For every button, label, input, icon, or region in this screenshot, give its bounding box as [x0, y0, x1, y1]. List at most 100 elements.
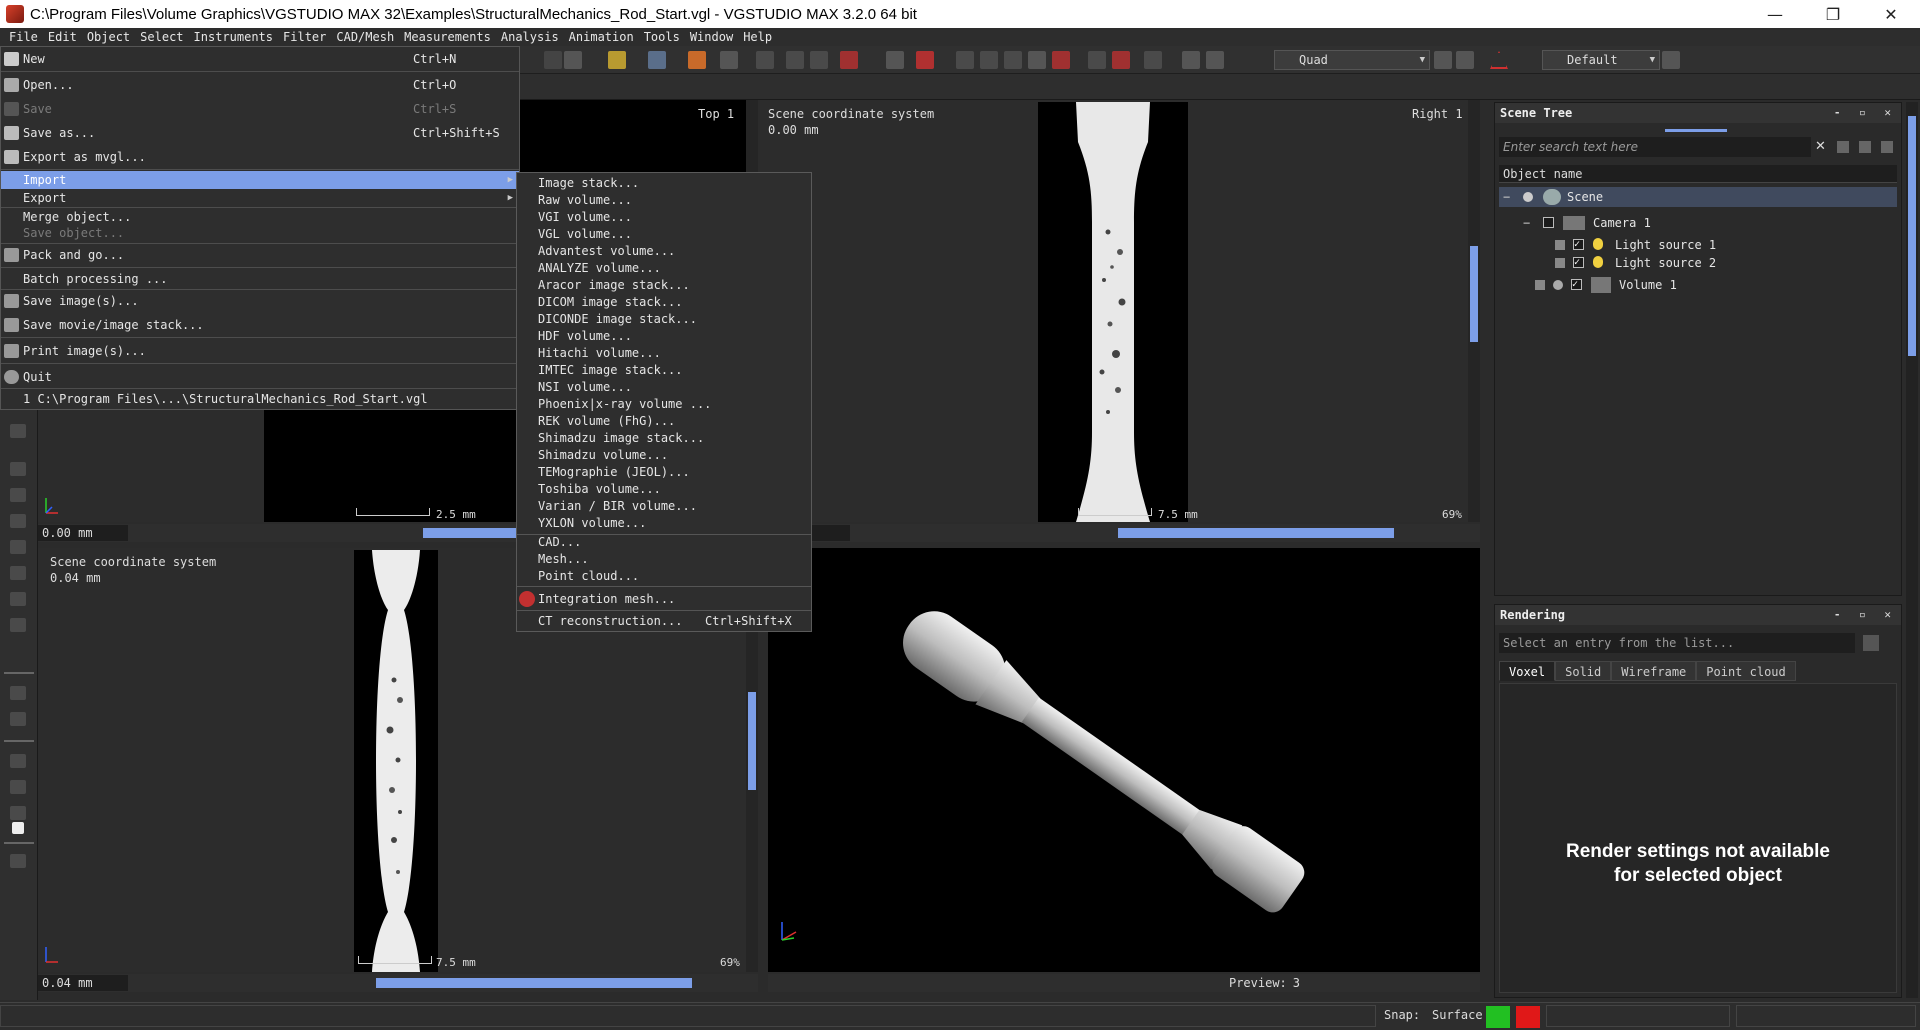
menu-item-open[interactable]: Open... Ctrl+O — [1, 75, 519, 95]
menu-tools[interactable]: Tools — [639, 28, 685, 46]
import-item-integration-mesh[interactable]: Integration mesh... — [517, 589, 811, 609]
layout-save-icon[interactable] — [1434, 51, 1452, 69]
pin-tool-icon[interactable] — [1662, 51, 1680, 69]
color-swatch-icon[interactable] — [12, 822, 24, 834]
crosshair-tool-icon[interactable] — [810, 51, 828, 69]
snap-value[interactable]: Surface — [1432, 1003, 1483, 1027]
fill-icon[interactable] — [10, 806, 26, 820]
panel-window-buttons[interactable]: - ▫ ✕ — [1834, 605, 1897, 625]
import-item[interactable]: DICOM image stack... — [517, 294, 811, 311]
menu-item-save-movie[interactable]: Save movie/image stack... — [1, 315, 519, 335]
menu-item-batch-processing[interactable]: Batch processing ... — [1, 269, 519, 289]
box-icon[interactable] — [10, 566, 26, 580]
tree-row-volume[interactable]: Volume 1 — [1535, 275, 1897, 295]
segment-tool-icon[interactable] — [1004, 51, 1022, 69]
roi-tool-icon[interactable] — [916, 51, 934, 69]
tab-voxel[interactable]: Voxel — [1499, 661, 1556, 681]
shape-icon[interactable] — [10, 712, 26, 726]
pen-icon[interactable] — [10, 754, 26, 768]
marker-tool-icon[interactable] — [1112, 51, 1130, 69]
menu-help[interactable]: Help — [738, 28, 777, 46]
visibility-dot-icon[interactable] — [1553, 280, 1563, 290]
filter-icon[interactable] — [1837, 141, 1849, 153]
menu-item-quit[interactable]: Quit — [1, 367, 519, 387]
import-item[interactable]: YXLON volume... — [517, 515, 811, 532]
import-item[interactable]: VGI volume... — [517, 209, 811, 226]
scene-search-input[interactable]: Enter search text here — [1499, 137, 1811, 157]
menu-item-recent-file[interactable]: 1 C:\Program Files\...\StructuralMechani… — [1, 390, 519, 408]
import-item-ct-reconstruction[interactable]: CT reconstruction... Ctrl+Shift+X — [517, 612, 811, 631]
viewport-right-scrollbar[interactable] — [1468, 100, 1480, 522]
lock-icon[interactable] — [1535, 280, 1545, 290]
paint-tool-icon[interactable] — [840, 51, 858, 69]
import-item[interactable]: Raw volume... — [517, 192, 811, 209]
audio-tool-icon[interactable] — [1206, 51, 1224, 69]
color-tool-icon[interactable] — [1052, 51, 1070, 69]
panel-window-buttons[interactable]: - ▫ ✕ — [1834, 103, 1897, 123]
lock-icon[interactable] — [1555, 240, 1565, 250]
scrollbar-thumb[interactable] — [1470, 246, 1478, 342]
menu-edit[interactable]: Edit — [43, 28, 82, 46]
tab-point-cloud[interactable]: Point cloud — [1696, 661, 1796, 681]
collapse-toggle-icon[interactable]: − — [1503, 187, 1510, 207]
import-item-mesh[interactable]: Mesh... — [517, 551, 811, 568]
import-item[interactable]: IMTEC image stack... — [517, 362, 811, 379]
menu-cad-mesh[interactable]: CAD/Mesh — [331, 28, 399, 46]
light2-visibility-checkbox[interactable] — [1573, 253, 1584, 273]
menu-item-save-object[interactable]: Save object... — [1, 224, 519, 242]
tree-row-light-2[interactable]: Light source 2 — [1555, 253, 1897, 273]
menu-item-print-images[interactable]: Print image(s)... — [1, 341, 519, 361]
render-preset-select[interactable]: Select an entry from the list... — [1499, 633, 1855, 653]
light1-visibility-checkbox[interactable] — [1573, 235, 1584, 255]
clear-search-icon[interactable]: ✕ — [1815, 139, 1826, 154]
menu-animation[interactable]: Animation — [564, 28, 639, 46]
viewport-right[interactable]: Scene coordinate system 0.00 mm Right 1 … — [760, 100, 1468, 522]
menu-item-pack-and-go[interactable]: Pack and go... — [1, 245, 519, 265]
import-item[interactable]: TEMographie (JEOL)... — [517, 464, 811, 481]
bucket-icon[interactable] — [10, 592, 26, 606]
tab-solid[interactable]: Solid — [1555, 661, 1612, 681]
import-item[interactable]: Advantest volume... — [517, 243, 811, 260]
menu-item-save-as[interactable]: Save as... Ctrl+Shift+S — [1, 123, 519, 143]
import-item-point-cloud[interactable]: Point cloud... — [517, 568, 811, 585]
menu-window[interactable]: Window — [685, 28, 738, 46]
menu-item-import[interactable]: Import ▶ — [1, 171, 519, 189]
import-item-cad[interactable]: CAD... — [517, 534, 811, 551]
layout-grid-icon[interactable] — [1456, 51, 1474, 69]
menu-item-save[interactable]: Save Ctrl+S — [1, 99, 519, 119]
preview-value[interactable]: 3 — [1293, 976, 1300, 990]
star-tool-icon[interactable] — [608, 51, 626, 69]
layers-icon[interactable] — [10, 462, 26, 476]
tree-row-light-1[interactable]: Light source 1 — [1555, 235, 1897, 255]
close-button[interactable]: ✕ — [1862, 0, 1920, 28]
tool-options-icon[interactable] — [10, 854, 26, 868]
import-item[interactable]: Varian / BIR volume... — [517, 498, 811, 515]
workspace-select[interactable]: Default ▼ — [1542, 50, 1660, 70]
stack-icon[interactable] — [10, 686, 26, 700]
transform-tool-icon[interactable] — [720, 51, 738, 69]
clip-tool-icon[interactable] — [1028, 51, 1046, 69]
slice-slider[interactable] — [376, 978, 692, 988]
import-item[interactable]: VGL volume... — [517, 226, 811, 243]
angle-tool-icon[interactable] — [756, 51, 774, 69]
import-item[interactable]: Aracor image stack... — [517, 277, 811, 294]
viewport-3d[interactable] — [768, 548, 1480, 972]
slice-position-input[interactable]: 0.04 mm — [38, 975, 128, 991]
warning-triangle-icon[interactable] — [1490, 51, 1508, 69]
menu-filter[interactable]: Filter — [278, 28, 331, 46]
minimize-button[interactable]: — — [1746, 0, 1804, 28]
column-header-object-name[interactable]: Object name — [1499, 165, 1897, 183]
import-item[interactable]: ANALYZE volume... — [517, 260, 811, 277]
volume-visibility-checkbox[interactable] — [1571, 275, 1582, 295]
import-item[interactable]: NSI volume... — [517, 379, 811, 396]
camera-visibility-checkbox[interactable] — [1543, 217, 1554, 228]
menu-item-export-mvgl[interactable]: Export as mvgl... — [1, 147, 519, 167]
menu-measurements[interactable]: Measurements — [399, 28, 496, 46]
collapse-icon[interactable] — [1859, 141, 1871, 153]
menu-instruments[interactable]: Instruments — [189, 28, 278, 46]
slice-position-input[interactable]: 0.00 mm — [38, 525, 128, 541]
brush-icon[interactable] — [10, 780, 26, 794]
window-scrollbar[interactable] — [1906, 102, 1918, 998]
menu-file[interactable]: File — [4, 28, 43, 46]
layout-select[interactable]: Quad ▼ — [1274, 50, 1430, 70]
